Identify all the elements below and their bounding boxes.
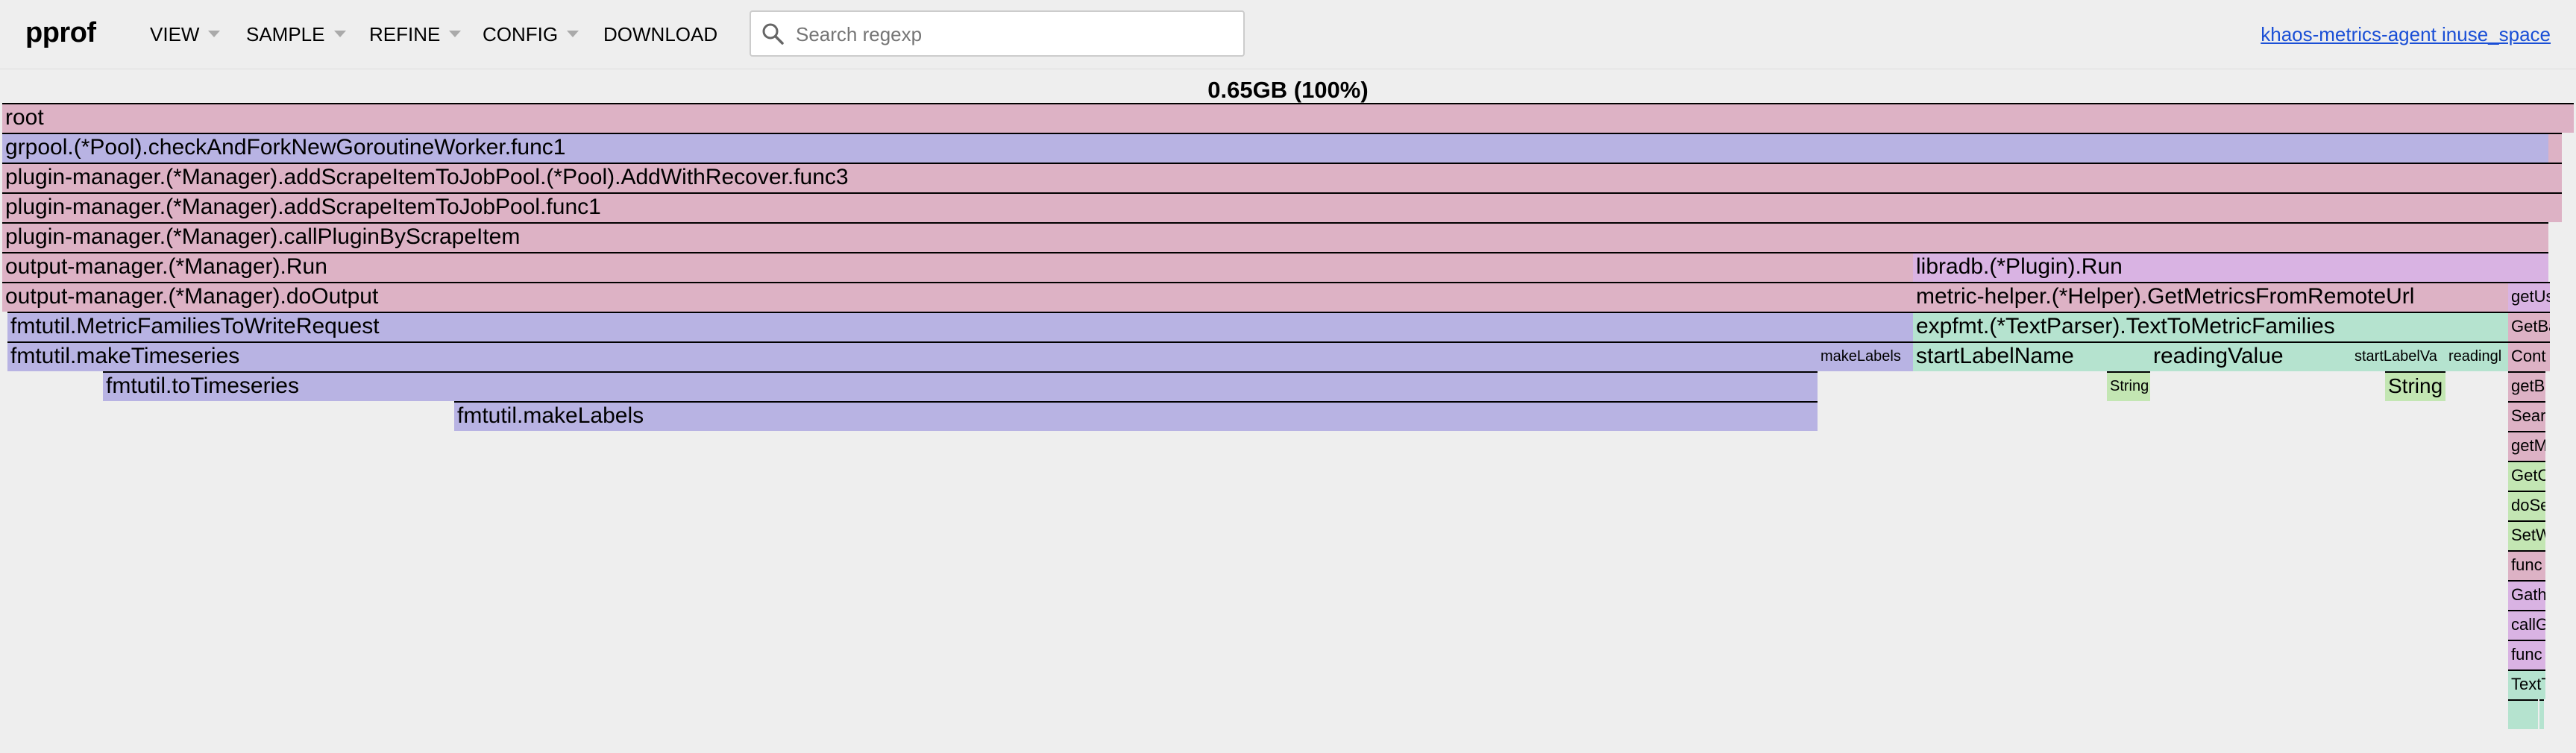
flame-frame[interactable]: output-manager.(*Manager).doOutput [2, 282, 1913, 312]
flame-frame[interactable]: func [2508, 640, 2545, 669]
flame-frame[interactable]: TextT [2508, 669, 2545, 699]
flame-frame[interactable]: getM [2508, 431, 2545, 461]
flame-frame[interactable]: startLabelName [1913, 341, 2150, 371]
flame-frame-unlabeled[interactable] [2533, 699, 2538, 729]
flame-frame[interactable]: fmtutil.toTimeseries [103, 371, 1818, 401]
flame-frame[interactable]: grpool.(*Pool).checkAndForkNewGoroutineW… [2, 133, 2548, 163]
flame-frame[interactable]: SetW [2508, 520, 2545, 550]
flame-frame[interactable]: startLabelVa [2352, 341, 2445, 371]
flame-frame[interactable]: output-manager.(*Manager).Run [2, 252, 1913, 282]
flame-graph: root grpool.(*Pool).checkAndForkNewGorout… [0, 0, 2576, 753]
flame-frame[interactable]: libradb.(*Plugin).Run [1913, 252, 2548, 282]
flame-frame[interactable]: doSe [2508, 491, 2545, 520]
flame-frame-unlabeled[interactable] [2548, 163, 2562, 192]
flame-frame[interactable]: plugin-manager.(*Manager).addScrapeItemT… [2, 192, 2548, 222]
flame-frame[interactable]: root [2, 103, 2574, 133]
flame-frame[interactable]: callG [2508, 610, 2545, 640]
flame-frame[interactable]: Gath [2508, 580, 2545, 610]
flame-frame[interactable]: func [2508, 550, 2545, 580]
flame-frame[interactable]: fmtutil.makeLabels [454, 401, 1818, 431]
flame-frame[interactable]: String [2107, 371, 2150, 401]
flame-frame[interactable]: metric-helper.(*Helper).GetMetricsFromRe… [1913, 282, 2508, 312]
flame-frame[interactable]: makeLabels [1818, 341, 1913, 371]
flame-frame[interactable]: fmtutil.MetricFamiliesToWriteRequest [7, 312, 1913, 341]
flame-frame[interactable]: readingValue [2150, 341, 2352, 371]
flame-frame[interactable]: String [2385, 371, 2445, 401]
flame-frame[interactable]: fmtutil.makeTimeseries [7, 341, 1818, 371]
flame-frame[interactable]: GetC [2508, 461, 2545, 491]
flame-frame[interactable]: GetBa [2508, 312, 2550, 341]
flame-frame[interactable]: readingl [2445, 341, 2508, 371]
flame-frame[interactable]: Sear [2508, 401, 2545, 431]
flame-frame-unlabeled[interactable] [2508, 699, 2533, 729]
flame-frame-unlabeled[interactable] [2548, 133, 2562, 163]
flame-frame-unlabeled[interactable] [2539, 699, 2544, 729]
flame-frame[interactable]: getB [2508, 371, 2545, 401]
flame-frame[interactable]: plugin-manager.(*Manager).addScrapeItemT… [2, 163, 2548, 192]
flame-frame-unlabeled[interactable] [2548, 192, 2562, 222]
flame-frame[interactable]: expfmt.(*TextParser).TextToMetricFamilie… [1913, 312, 2508, 341]
flame-frame[interactable]: Cont [2508, 341, 2550, 371]
flame-frame[interactable]: getUs [2508, 282, 2550, 312]
flame-frame[interactable]: plugin-manager.(*Manager).callPluginBySc… [2, 222, 2548, 252]
